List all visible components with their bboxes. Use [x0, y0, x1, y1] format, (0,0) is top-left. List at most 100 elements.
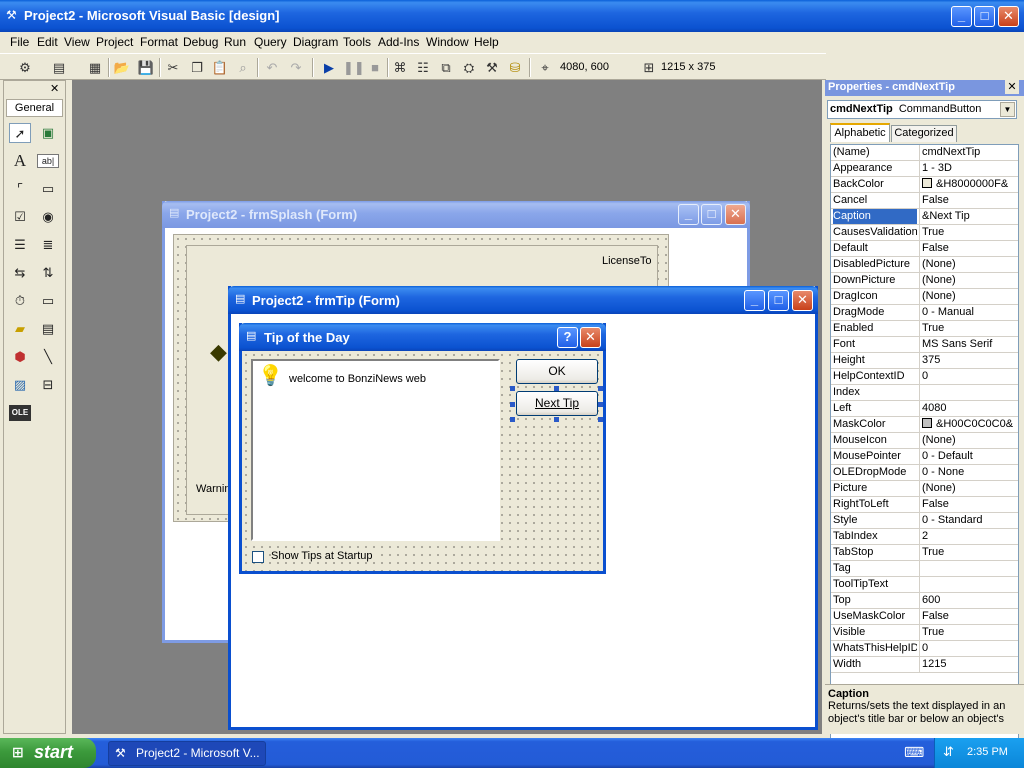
property-value[interactable]: 0 [919, 641, 1018, 656]
tipday-help-button[interactable]: ? [557, 327, 578, 348]
save-project-icon[interactable]: 💾 [137, 59, 155, 76]
tab-categorized[interactable]: Categorized [891, 125, 957, 142]
menu-debug[interactable]: Debug [183, 35, 218, 49]
property-value[interactable]: 4080 [919, 401, 1018, 416]
cut-icon[interactable]: ✂ [164, 59, 182, 76]
line-icon[interactable]: ╲ [37, 347, 59, 367]
selection-handle[interactable] [554, 386, 559, 391]
menu-view[interactable]: View [64, 35, 90, 49]
menu-editor-icon[interactable]: ▦ [86, 59, 104, 76]
tipday-close-button[interactable]: ✕ [580, 327, 601, 348]
ok-button[interactable]: OK [516, 359, 598, 384]
property-row[interactable]: DragMode 0 - Manual [831, 305, 1018, 321]
copy-icon[interactable]: ❐ [188, 59, 206, 76]
keyboard-icon[interactable]: ⌨ [904, 744, 924, 761]
menu-addins[interactable]: Add-Ins [378, 35, 419, 49]
property-row[interactable]: Width 1215 [831, 657, 1018, 673]
property-row[interactable]: Picture (None) [831, 481, 1018, 497]
end-icon[interactable]: ■ [366, 59, 384, 76]
property-value[interactable]: 0 - None [919, 465, 1018, 480]
property-row[interactable]: OLEDropMode 0 - None [831, 465, 1018, 481]
start-button[interactable]: ⊞ start [0, 738, 96, 768]
property-value[interactable]: (None) [919, 257, 1018, 272]
textbox-icon[interactable]: ab| [37, 154, 59, 168]
filelistbox-icon[interactable]: ▤ [37, 319, 59, 339]
property-value[interactable]: (None) [919, 273, 1018, 288]
next-tip-button[interactable]: Next Tip [516, 391, 598, 416]
property-row[interactable]: UseMaskColor False [831, 609, 1018, 625]
property-row[interactable]: Font MS Sans Serif [831, 337, 1018, 353]
property-value[interactable]: (None) [919, 289, 1018, 304]
property-value[interactable]: 0 - Standard [919, 513, 1018, 528]
property-value[interactable]: (None) [919, 433, 1018, 448]
commandbutton-icon[interactable]: ▭ [37, 179, 59, 199]
property-row[interactable]: Left 4080 [831, 401, 1018, 417]
frmsplash-minimize-button[interactable]: _ [678, 204, 699, 225]
frame-icon[interactable]: ⌜ [9, 179, 31, 199]
chevron-down-icon[interactable]: ▼ [1000, 102, 1015, 117]
property-value[interactable]: 1 - 3D [919, 161, 1018, 176]
app-titlebar[interactable]: ⚒ Project2 - Microsoft Visual Basic [des… [0, 0, 1024, 32]
property-row[interactable]: CausesValidation True [831, 225, 1018, 241]
dirlistbox-icon[interactable]: ▰ [9, 319, 31, 339]
open-project-icon[interactable]: 📂 [113, 59, 131, 76]
tipday-titlebar[interactable]: ▤ Tip of the Day ? ✕ [239, 323, 606, 351]
property-row[interactable]: Appearance 1 - 3D [831, 161, 1018, 177]
property-row[interactable]: BackColor &H8000000F& [831, 177, 1018, 193]
property-row[interactable]: MaskColor &H00C0C0C0& [831, 417, 1018, 433]
optionbutton-icon[interactable]: ◉ [37, 207, 59, 227]
property-value[interactable]: True [919, 625, 1018, 640]
network-icon[interactable]: ⇵ [943, 744, 954, 760]
object-browser-icon[interactable]: ⛭ [460, 59, 478, 76]
property-row[interactable]: TabStop True [831, 545, 1018, 561]
property-value[interactable] [919, 577, 1018, 592]
label-icon[interactable]: A [9, 151, 31, 171]
frmtip-titlebar[interactable]: ▤ Project2 - frmTip (Form) _ □ ✕ [228, 286, 818, 314]
add-project-icon[interactable]: ⚙ [16, 59, 34, 76]
frmtip-maximize-button[interactable]: □ [768, 290, 789, 311]
undo-icon[interactable]: ↶ [263, 59, 281, 76]
property-row[interactable]: Default False [831, 241, 1018, 257]
timer-icon[interactable]: ⏱ [9, 291, 31, 311]
selection-handle[interactable] [554, 417, 559, 422]
property-row[interactable]: Top 600 [831, 593, 1018, 609]
pointer-icon[interactable]: ➚ [9, 123, 31, 143]
toolbox-icon[interactable]: ⚒ [483, 59, 501, 76]
data-icon[interactable]: ⊟ [37, 375, 59, 395]
find-icon[interactable]: ⌕ [234, 59, 252, 76]
property-row[interactable]: Visible True [831, 625, 1018, 641]
maximize-button[interactable]: □ [974, 6, 995, 27]
start-icon[interactable]: ▶ [320, 59, 338, 76]
property-row[interactable]: MousePointer 0 - Default [831, 449, 1018, 465]
menu-format[interactable]: Format [140, 35, 178, 49]
menu-diagram[interactable]: Diagram [293, 35, 338, 49]
property-value[interactable]: 600 [919, 593, 1018, 608]
paste-icon[interactable]: 📋 [211, 59, 229, 76]
menu-edit[interactable]: Edit [37, 35, 58, 49]
tip-text-box[interactable]: 💡 welcome to BonziNews web [251, 359, 500, 541]
drivelistbox-icon[interactable]: ▭ [37, 291, 59, 311]
shape-icon[interactable]: ⬢ [9, 347, 31, 367]
property-value[interactable]: False [919, 241, 1018, 256]
menu-window[interactable]: Window [426, 35, 469, 49]
property-value[interactable]: 0 [919, 369, 1018, 384]
selection-handle[interactable] [510, 402, 515, 407]
properties-window-icon[interactable]: ☷ [414, 59, 432, 76]
redo-icon[interactable]: ↷ [287, 59, 305, 76]
vscrollbar-icon[interactable]: ⇅ [37, 263, 59, 283]
form-layout-icon[interactable]: ⧉ [437, 59, 455, 76]
property-value[interactable]: True [919, 321, 1018, 336]
menu-help[interactable]: Help [474, 35, 499, 49]
selection-handle[interactable] [598, 417, 603, 422]
property-value[interactable]: False [919, 497, 1018, 512]
property-value[interactable]: 375 [919, 353, 1018, 368]
add-form-icon[interactable]: ▤ [50, 59, 68, 76]
frmsplash-close-button[interactable]: ✕ [725, 204, 746, 225]
frmtip-minimize-button[interactable]: _ [744, 290, 765, 311]
listbox-icon[interactable]: ≣ [37, 235, 59, 255]
property-value[interactable]: &Next Tip [919, 209, 1018, 224]
property-value[interactable]: (None) [919, 481, 1018, 496]
property-value[interactable]: True [919, 225, 1018, 240]
frmsplash-titlebar[interactable]: ▤ Project2 - frmSplash (Form) _ □ ✕ [162, 201, 750, 228]
property-row[interactable]: (Name) cmdNextTip [831, 145, 1018, 161]
